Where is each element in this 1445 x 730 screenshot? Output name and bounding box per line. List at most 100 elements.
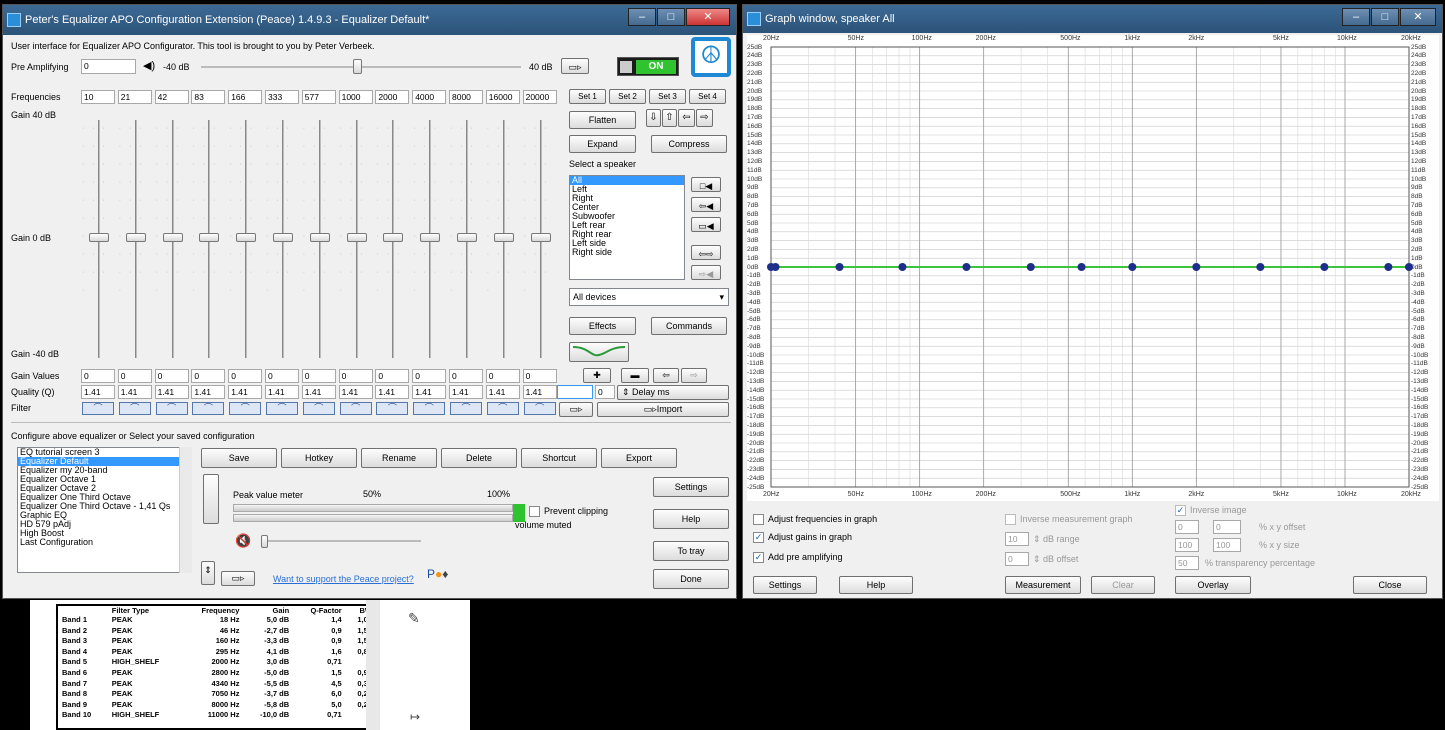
action-button-rename[interactable]: Rename — [361, 448, 437, 468]
quality-input[interactable]: 1.41 — [191, 385, 226, 399]
config-item[interactable]: Last Configuration — [18, 538, 191, 547]
inverse-image[interactable]: ✓ Inverse image — [1175, 505, 1247, 517]
gain-input[interactable]: 0 — [375, 369, 410, 383]
gain-input[interactable]: 0 — [191, 369, 226, 383]
filter-extra-icon[interactable]: ▭▹ — [559, 402, 593, 417]
add-band-icon[interactable]: ✚ — [583, 368, 611, 383]
set-button[interactable]: Set 1 — [569, 89, 606, 104]
graph-maximize-button[interactable]: □ — [1371, 8, 1399, 26]
meter-toggle-icon[interactable]: ▭▹ — [221, 571, 255, 586]
gain-input[interactable]: 0 — [301, 369, 336, 383]
quality-input[interactable]: 1.41 — [154, 385, 189, 399]
pre-amp-input[interactable]: 0 — [81, 59, 136, 74]
mute-icon[interactable]: 🔇 — [235, 533, 251, 549]
expand-button[interactable]: Expand — [569, 135, 636, 153]
add-preamp[interactable]: ✓ Add pre amplifying — [753, 552, 843, 564]
quality-input[interactable]: 1.41 — [301, 385, 336, 399]
filter-peak-icon[interactable]: ⌒ — [376, 402, 409, 415]
filter-peak-icon[interactable]: ⌒ — [339, 402, 372, 415]
gain-slider-thumb[interactable] — [309, 233, 330, 242]
filter-peak-icon[interactable]: ⌒ — [229, 402, 262, 415]
arrow-down-icon[interactable]: ⇩ — [646, 109, 661, 127]
to-tray-button[interactable]: To tray — [653, 541, 729, 561]
band-right-icon[interactable]: ⇨ — [681, 368, 707, 383]
freq-input[interactable]: 4000 — [412, 90, 447, 104]
inverse-meas-checkbox[interactable] — [1005, 514, 1016, 526]
meter-slider[interactable] — [203, 474, 219, 524]
paypal-icon[interactable]: P●♦ — [427, 567, 448, 581]
freq-input[interactable]: 16000 — [485, 90, 520, 104]
commands-button[interactable]: Commands — [651, 317, 727, 335]
flatten-button[interactable]: Flatten — [569, 111, 636, 129]
filter-peak-icon[interactable]: ⌒ — [450, 402, 482, 415]
copy-button[interactable]: ▭▹ — [561, 58, 589, 74]
y-offset-input[interactable]: 0 — [1213, 520, 1241, 534]
freq-input[interactable]: 21 — [117, 90, 152, 104]
speaker-center-icon[interactable]: ▭◀ — [691, 217, 721, 232]
band-left-icon[interactable]: ⇦ — [653, 368, 679, 383]
eq-titlebar[interactable]: Peter's Equalizer APO Configuration Exte… — [3, 5, 736, 35]
gain-slider-thumb[interactable] — [162, 233, 183, 242]
action-button-hotkey[interactable]: Hotkey — [281, 448, 357, 468]
graph-minimize-button[interactable]: – — [1342, 8, 1370, 26]
gain-input[interactable]: 0 — [265, 369, 299, 383]
adjust-freq[interactable]: Adjust frequencies in graph — [753, 514, 877, 526]
filter-peak-icon[interactable]: ⌒ — [486, 402, 519, 415]
gain-slider-thumb[interactable] — [530, 233, 551, 242]
gain-slider-thumb[interactable] — [457, 233, 477, 242]
gain-input[interactable]: 0 — [81, 369, 115, 383]
overlay-button[interactable]: Overlay — [1175, 576, 1251, 594]
support-link[interactable]: Want to support the Peace project? — [273, 574, 414, 584]
scroll-strip[interactable] — [366, 600, 380, 730]
graph-canvas[interactable] — [747, 35, 1439, 501]
inverse-meas[interactable]: Inverse measurement graph — [1005, 514, 1133, 526]
curve-icon[interactable] — [569, 342, 629, 362]
gain-input[interactable]: 0 — [117, 369, 152, 383]
volume-thumb[interactable] — [261, 535, 268, 548]
x-size-input[interactable]: 100 — [1175, 538, 1199, 552]
freq-input[interactable]: 10 — [81, 90, 115, 104]
set-button[interactable]: Set 4 — [689, 89, 726, 104]
swap-icon[interactable]: ⇦⇨ — [691, 245, 721, 260]
quality-input[interactable]: 1.41 — [522, 385, 557, 399]
filter-peak-icon[interactable]: ⌒ — [413, 402, 446, 415]
volume-slider[interactable] — [261, 540, 421, 542]
freq-input[interactable]: 8000 — [449, 90, 483, 104]
gain-slider-thumb[interactable] — [346, 233, 367, 242]
power-switch[interactable]: ON — [617, 57, 679, 76]
gain-slider-thumb[interactable] — [420, 233, 441, 242]
graph-close-x-button[interactable]: ✕ — [1400, 8, 1436, 26]
updown-icon[interactable]: ⇕ — [201, 561, 215, 585]
gain-input[interactable]: 0 — [228, 369, 263, 383]
quality-input[interactable]: 1.41 — [375, 385, 410, 399]
gain-input[interactable]: 0 — [154, 369, 189, 383]
gain-slider-thumb[interactable] — [493, 233, 514, 242]
gain-slider-thumb[interactable] — [199, 233, 220, 242]
filter-peak-icon[interactable]: ⌒ — [302, 402, 335, 415]
config-list[interactable]: EQ tutorial screen 3 Equalizer Default Equ… — [17, 447, 192, 573]
filter-peak-icon[interactable]: ⌒ — [155, 402, 188, 415]
speaker-icon[interactable]: ◀) — [143, 59, 155, 72]
filter-peak-icon[interactable]: ⌒ — [266, 402, 298, 415]
edit-icon[interactable]: ✎ — [408, 610, 420, 627]
adjust-gain-checkbox[interactable]: ✓ — [753, 532, 764, 544]
swap-disabled-icon[interactable]: ⇨◀ — [691, 265, 721, 280]
action-button-shortcut[interactable]: Shortcut — [521, 448, 597, 468]
action-button-save[interactable]: Save — [201, 448, 277, 468]
prevent-clipping-checkbox[interactable] — [529, 506, 540, 518]
freq-input[interactable]: 577 — [301, 90, 336, 104]
gain-input[interactable]: 0 — [412, 369, 447, 383]
adjust-freq-checkbox[interactable] — [753, 514, 764, 526]
add-preamp-checkbox[interactable]: ✓ — [753, 552, 764, 564]
help-button[interactable]: Help — [653, 509, 729, 529]
pre-amp-thumb[interactable] — [353, 59, 362, 74]
quality-input[interactable]: 1.41 — [228, 385, 263, 399]
effects-button[interactable]: Effects — [569, 317, 636, 335]
speaker-item[interactable]: Right side — [570, 248, 684, 257]
freq-input[interactable]: 166 — [228, 90, 263, 104]
quality-input[interactable]: 1.41 — [412, 385, 447, 399]
freq-input[interactable]: 2000 — [375, 90, 410, 104]
set-button[interactable]: Set 3 — [649, 89, 686, 104]
quality-input[interactable]: 1.41 — [338, 385, 373, 399]
gain-input[interactable]: 0 — [522, 369, 557, 383]
